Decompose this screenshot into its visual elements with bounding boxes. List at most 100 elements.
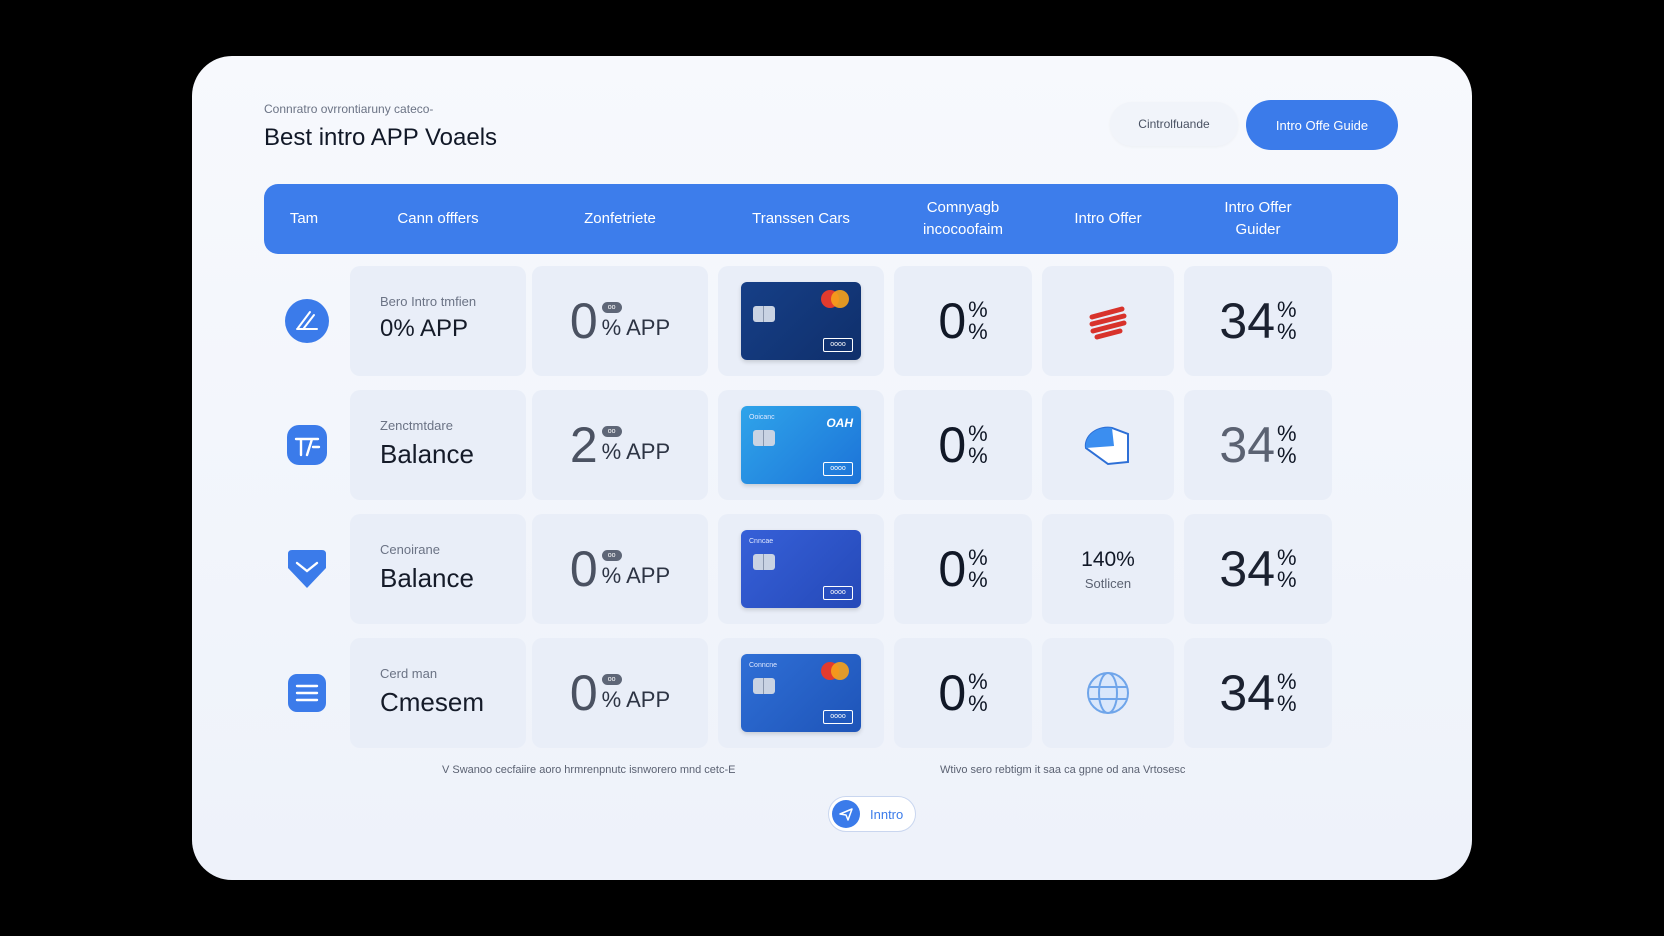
percent-sign: %: [968, 567, 988, 592]
comparison-cell: 0 %%: [894, 390, 1032, 500]
table-row[interactable]: Bero Intro tmfien 0% APP 0 oo % APP oooo…: [264, 266, 1398, 376]
card-chip-icon: [753, 430, 775, 446]
offer-name-cell: Zenctmtdare Balance: [350, 390, 526, 500]
card-chip-icon: [753, 554, 775, 570]
table-header: Tam Cann offfers Zonfetriete Transsen Ca…: [264, 184, 1398, 254]
card-brand-text: OAH: [826, 416, 853, 430]
guide-rate-value: 34: [1219, 541, 1276, 597]
intro-offer-cell: [1042, 266, 1174, 376]
mastercard-logo-icon: [831, 290, 849, 308]
credit-card-image[interactable]: Ooicanc OAH oooo: [741, 406, 861, 484]
card-issuer-text: Ooicanc: [749, 414, 775, 421]
comparison-cell: 0 %%: [894, 638, 1032, 748]
intro-offer-cell: 140% Sotlicen: [1042, 514, 1174, 624]
offer-name: Balance: [380, 439, 474, 469]
column-header-cards[interactable]: Transsen Cars: [718, 184, 884, 254]
footer-disclaimer-right: Wtivo sero rebtigm it saa ca gpne od ana…: [940, 764, 1186, 776]
card-badge: oooo: [823, 710, 853, 724]
rate-cell: 0 oo % APP: [532, 638, 708, 748]
column-header-intro-offer[interactable]: Intro Offer: [1042, 184, 1174, 254]
page-subtitle: Connratro ovrrontiaruny cateco-: [264, 102, 434, 116]
intro-offer-guide-cell: 34 %%: [1184, 266, 1332, 376]
rate-pill: oo: [601, 425, 622, 437]
offer-name-cell: Cenoirane Balance: [350, 514, 526, 624]
pen-circle-icon: [284, 298, 330, 344]
offer-caption: Sotlicen: [1084, 575, 1132, 591]
red-stripes-icon: [1089, 306, 1127, 340]
card-issuer-text: Conncne: [749, 662, 778, 669]
percent-sign: %: [1277, 421, 1297, 446]
controls-button[interactable]: Cintrolfuande: [1110, 102, 1238, 146]
card-badge: oooo: [823, 462, 853, 476]
credit-card-image[interactable]: Cnncae oooo: [741, 530, 861, 608]
rate-value: 2: [569, 417, 598, 473]
table-row[interactable]: Cenoirane Balance 0 oo % APP Cnncae oooo…: [264, 514, 1398, 624]
heart-icon: [284, 546, 330, 592]
percent-sign: %: [1277, 297, 1297, 322]
rate-value: 0: [569, 541, 598, 597]
globe-icon: [1087, 672, 1129, 714]
offer-subtitle: Cenoirane: [380, 542, 440, 557]
percent-sign: %: [1277, 691, 1297, 716]
chart-square-icon: [284, 422, 330, 468]
offer-name-cell: Cerd man Cmesem: [350, 638, 526, 748]
column-header-rate[interactable]: Zonfetriete: [532, 184, 708, 254]
offer-subtitle: Bero Intro tmfien: [380, 294, 477, 309]
intro-offer-cell: [1042, 390, 1174, 500]
percent-sign: %: [1277, 443, 1297, 468]
table-row[interactable]: Cerd man Cmesem 0 oo % APP Conncne oooo …: [264, 638, 1398, 748]
guide-rate-value: 34: [1219, 417, 1276, 473]
column-header-offers[interactable]: Cann offfers: [350, 184, 526, 254]
rate-cell: 2 oo % APP: [532, 390, 708, 500]
intro-offer-guide-cell: 34 %%: [1184, 514, 1332, 624]
column-header-comparison[interactable]: Comnyagb incocoofaim: [894, 184, 1032, 254]
rate-pill: oo: [601, 549, 622, 561]
comparison-cell: 0 %%: [894, 266, 1032, 376]
intro-offer-guide-cell: 34 %%: [1184, 638, 1332, 748]
percent-sign: %: [968, 421, 988, 446]
offer-subtitle: Cerd man: [380, 666, 438, 681]
percent-sign: %: [968, 319, 988, 344]
percent-sign: %: [968, 691, 988, 716]
plane-icon: [832, 800, 860, 828]
menu-lines-icon: [284, 670, 330, 716]
intro-toggle-button[interactable]: Inntro: [828, 796, 916, 832]
offer-subtitle: Zenctmtdare: [380, 418, 453, 433]
percent-sign: %: [968, 545, 988, 570]
page-title: Best intro APP Voaels: [264, 124, 498, 151]
percent-sign: %: [1277, 319, 1297, 344]
percent-sign: %: [968, 669, 988, 694]
rate-unit: % APP: [601, 686, 671, 712]
offer-percent: 140%: [1081, 547, 1135, 571]
percent-sign: %: [968, 443, 988, 468]
rate-value: 0: [569, 293, 598, 349]
card-chip-icon: [753, 306, 775, 322]
guide-rate-value: 34: [1219, 665, 1276, 721]
card-cell: Cnncae oooo: [718, 514, 884, 624]
rate-unit: % APP: [601, 562, 671, 588]
card-issuer-text: Cnncae: [749, 538, 774, 545]
card-cell: Ooicanc OAH oooo: [718, 390, 884, 500]
rate-pill: oo: [601, 301, 622, 313]
table-row[interactable]: Zenctmtdare Balance 2 oo % APP Ooicanc O…: [264, 390, 1398, 500]
column-header-intro-offer-guide[interactable]: Intro Offer Guider: [1184, 184, 1332, 254]
offer-name: Balance: [380, 563, 474, 593]
card-cell: oooo: [718, 266, 884, 376]
comparison-value: 0: [938, 665, 967, 721]
credit-card-image[interactable]: Conncne oooo: [741, 654, 861, 732]
credit-card-image[interactable]: oooo: [741, 282, 861, 360]
percent-sign: %: [968, 297, 988, 322]
main-panel: Connratro ovrrontiaruny cateco- Best int…: [192, 56, 1472, 880]
rate-cell: 0 oo % APP: [532, 266, 708, 376]
half-disc-icon: [1084, 426, 1129, 466]
intro-offer-guide-button[interactable]: Intro Offe Guide: [1246, 100, 1398, 150]
column-header-team[interactable]: Tam: [264, 184, 344, 254]
offer-name-cell: Bero Intro tmfien 0% APP: [350, 266, 526, 376]
mastercard-logo-icon: [831, 662, 849, 680]
card-cell: Conncne oooo: [718, 638, 884, 748]
intro-offer-guide-cell: 34 %%: [1184, 390, 1332, 500]
intro-toggle-label: Inntro: [870, 806, 904, 822]
guide-rate-value: 34: [1219, 293, 1276, 349]
comparison-cell: 0 %%: [894, 514, 1032, 624]
rate-value: 0: [569, 665, 598, 721]
